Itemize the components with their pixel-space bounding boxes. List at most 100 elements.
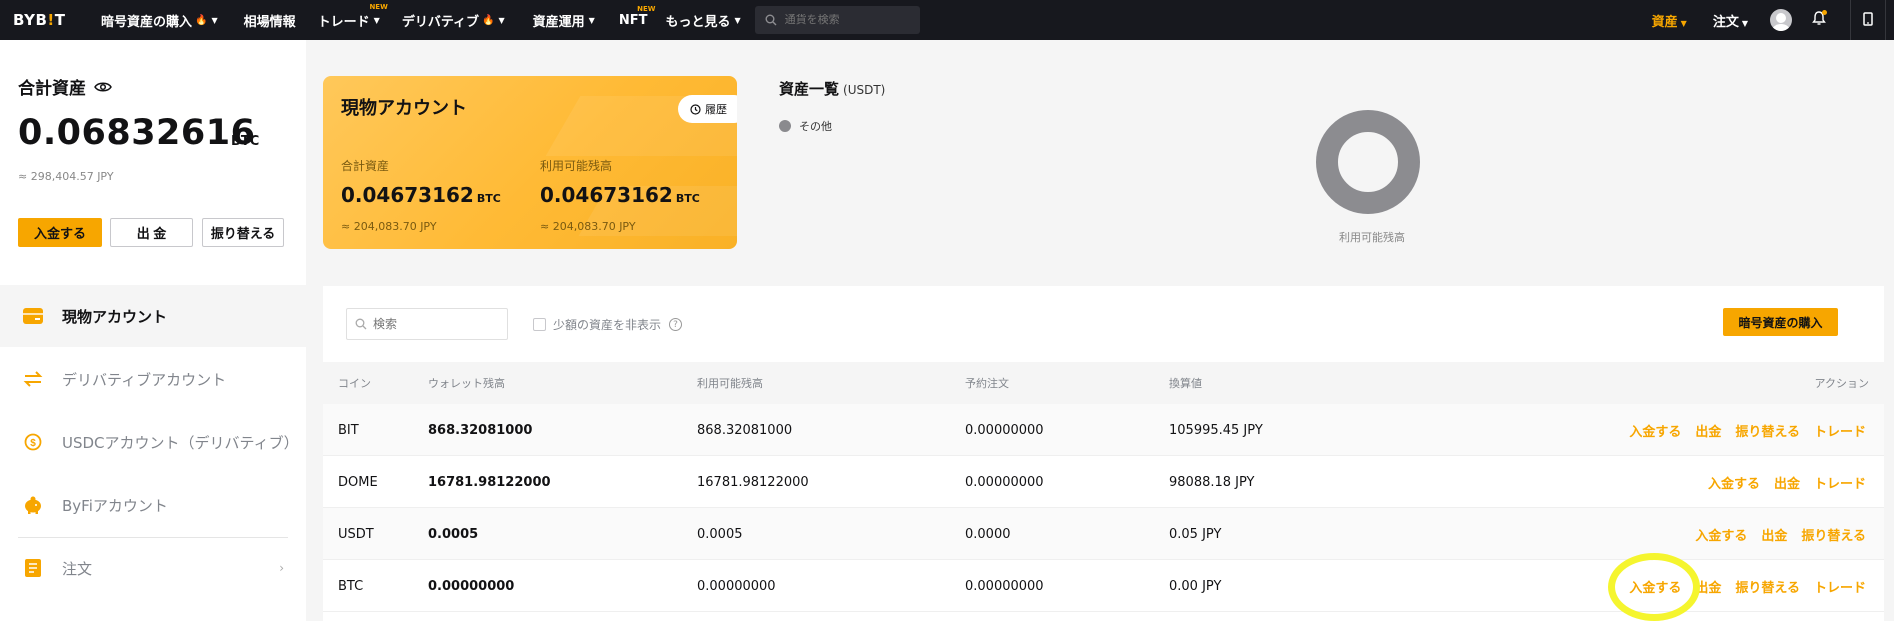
spot-available-label: 利用可能残高 (540, 159, 613, 173)
divider (1850, 0, 1851, 40)
action-link[interactable]: 振り替える (1735, 577, 1800, 596)
table-row: BIT 868.32081000 868.32081000 0.00000000 105… (323, 404, 1884, 456)
row-actions: 入金する 出金 振り替える (1681, 508, 1866, 560)
column-header: アクション (1814, 377, 1869, 390)
new-badge: NEW (637, 4, 656, 13)
sidebar-item-derivatives[interactable]: デリバティブアカウント (0, 348, 306, 410)
spot-account-card: 現物アカウント 履歴 合計資産 0.04673162 BTC ≈ 204,083.… (323, 76, 737, 249)
search-icon (355, 318, 367, 330)
nav-item-5[interactable]: NFT NEW (619, 5, 656, 28)
piggy-bank-icon (22, 494, 44, 516)
nav-item-3[interactable]: デリバティブ 🔥 ▼ (402, 11, 505, 30)
nav-right: 資産 ▼ 注文 ▼ (1652, 0, 1894, 40)
cell-wallet: 0.0005 (428, 526, 479, 542)
total-assets-unit: BTC (231, 134, 260, 149)
top-nav: BYB!T 暗号資産の購入 🔥 ▼ 相場情報 トレード ▼ NEW デリバティブ 🔥 ▼ 資産運用 ▼… (0, 0, 1894, 40)
left-panel: 合計資産 0.06832616 BTC ≈ 298,404.57 JPY 入金す… (0, 40, 306, 621)
sidebar-item-label: デリバティブアカウント (62, 370, 227, 389)
nav-item-2[interactable]: トレード ▼ NEW (318, 3, 388, 30)
withdraw-button[interactable]: 出 金 (110, 218, 193, 247)
highlight-annotation (1608, 553, 1700, 621)
sidebar-item-spot[interactable]: 現物アカウント (0, 285, 306, 347)
asset-overview-title: 資産一覧 (USDT) (779, 80, 886, 98)
action-link[interactable]: 入金する (1708, 473, 1760, 492)
buy-crypto-button[interactable]: 暗号資産の購入 (1723, 308, 1838, 336)
cell-wallet: 0.00000000 (428, 578, 515, 594)
cell-coin: BTC (338, 578, 364, 594)
cell-available: 16781.98122000 (697, 474, 809, 490)
nav-orders[interactable]: 注文 ▼ (1713, 11, 1748, 30)
column-header: 換算値 (1169, 377, 1202, 390)
cell-value: 0.00 JPY (1169, 578, 1222, 594)
help-icon[interactable]: ? (669, 318, 683, 331)
total-assets-title: 合計資産 (18, 74, 112, 99)
column-header: 利用可能残高 (697, 377, 763, 390)
sidebar-item-orders[interactable]: 注文 › (0, 537, 306, 599)
caret-down-icon: ▼ (588, 15, 595, 25)
bell-icon[interactable] (1812, 9, 1827, 30)
caret-down-icon: ▼ (373, 15, 380, 25)
row-actions: 入金する 出金 振り替える トレード (1615, 404, 1866, 456)
nav-assets[interactable]: 資産 ▼ (1652, 11, 1687, 30)
coin-search-input[interactable] (784, 14, 905, 26)
legend-dot (779, 120, 791, 132)
hide-small-toggle[interactable]: 少額の資産を非表示 ? (533, 316, 683, 333)
nav-item-6[interactable]: もっと見る ▼ (665, 11, 740, 30)
new-badge: NEW (369, 2, 388, 11)
cell-value: 0.05 JPY (1169, 526, 1222, 542)
eye-icon[interactable] (94, 81, 112, 93)
transfer-button[interactable]: 振り替える (202, 218, 284, 247)
action-link[interactable]: トレード (1814, 473, 1866, 492)
cell-coin: USDT (338, 526, 374, 542)
mobile-app-icon[interactable] (1863, 11, 1873, 30)
sidebar-item-usdc[interactable]: $ USDCアカウント（デリバティブ） (0, 411, 306, 473)
action-link[interactable]: トレード (1814, 577, 1866, 596)
sidebar-item-byfi[interactable]: ByFiアカウント (0, 474, 306, 536)
action-link[interactable]: 出金 (1761, 525, 1787, 544)
row-actions: 入金する 出金 トレード (1694, 456, 1866, 508)
sidebar-item-label: ByFiアカウント (62, 496, 168, 515)
search-icon (765, 14, 777, 26)
checkbox[interactable] (533, 318, 546, 331)
action-link[interactable]: 入金する (1695, 525, 1747, 544)
bybit-logo[interactable]: BYB!T (13, 11, 85, 29)
svg-text:$: $ (30, 438, 36, 449)
history-button[interactable]: 履歴 (678, 95, 737, 123)
spot-available-value: 0.04673162 BTC (540, 183, 700, 207)
action-link[interactable]: 振り替える (1801, 525, 1866, 544)
cell-available: 0.0005 (697, 526, 743, 542)
sidebar-item-label: 現物アカウント (62, 307, 168, 326)
action-link[interactable]: 出金 (1695, 421, 1721, 440)
cell-coin: DOME (338, 474, 378, 490)
dollar-coin-icon: $ (22, 431, 44, 453)
action-link[interactable]: 振り替える (1735, 421, 1800, 440)
action-link[interactable]: トレード (1814, 421, 1866, 440)
flame-icon: 🔥 (195, 14, 208, 26)
caret-down-icon: ▼ (498, 15, 505, 25)
sidebar-item-label: USDCアカウント（デリバティブ） (62, 433, 299, 452)
deposit-button[interactable]: 入金する (18, 218, 102, 247)
cell-available: 0.00000000 (697, 578, 776, 594)
total-assets-jpy: ≈ 298,404.57 JPY (18, 170, 114, 183)
caret-down-icon: ▼ (734, 15, 741, 25)
spot-card-title: 現物アカウント (341, 98, 467, 119)
nav-item-4[interactable]: 資産運用 ▼ (533, 11, 595, 30)
clock-icon (690, 103, 701, 115)
nav-item-0[interactable]: 暗号資産の購入 🔥 ▼ (101, 11, 218, 30)
column-header: 予約注文 (965, 377, 1009, 390)
cell-wallet: 868.32081000 (428, 422, 533, 438)
cell-reserved: 0.00000000 (965, 474, 1044, 490)
exchange-arrows-icon (22, 368, 44, 390)
asset-search[interactable] (346, 308, 508, 340)
avatar[interactable] (1770, 9, 1792, 31)
action-link[interactable]: 出金 (1774, 473, 1800, 492)
asset-search-input[interactable] (373, 317, 493, 331)
coin-search[interactable] (754, 6, 920, 34)
cell-reserved: 0.0000 (965, 526, 1011, 542)
cell-wallet: 16781.98122000 (428, 474, 551, 490)
action-link[interactable]: 入金する (1629, 421, 1681, 440)
nav-item-1[interactable]: 相場情報 (244, 11, 296, 30)
cell-available: 868.32081000 (697, 422, 793, 438)
donut-label: 利用可能残高 (1339, 231, 1405, 244)
spot-total-value: 0.04673162 BTC (341, 183, 501, 207)
